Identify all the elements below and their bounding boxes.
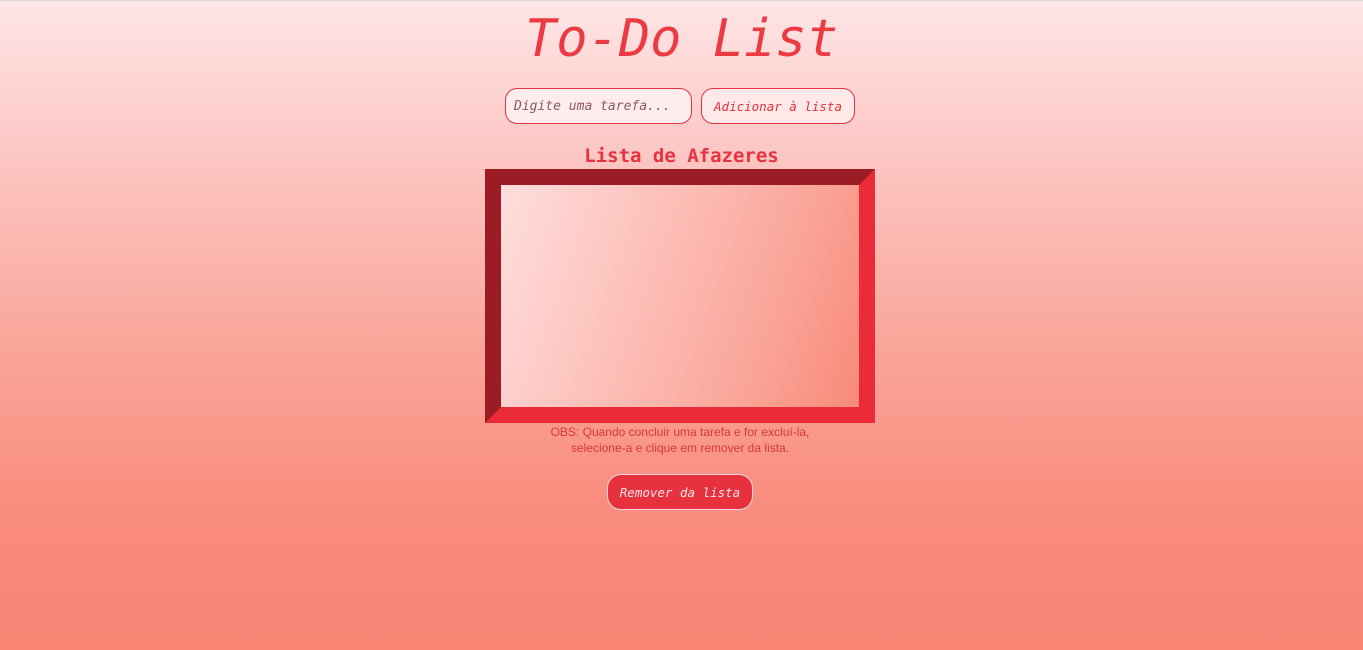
instruction-note-line-2: selecione-a e clique em remover da lista… xyxy=(570,441,790,455)
instruction-note: OBS: Quando concluir uma tarefa e for ex… xyxy=(480,424,880,456)
task-input[interactable] xyxy=(505,88,692,124)
remove-from-list-button[interactable]: Remover da lista xyxy=(607,474,753,510)
page-title: To-Do List xyxy=(524,9,839,69)
add-to-list-button[interactable]: Adicionar à lista xyxy=(701,88,855,124)
instruction-note-line-1: OBS: Quando concluir uma tarefa e for ex… xyxy=(550,425,810,439)
task-list[interactable] xyxy=(485,169,875,423)
list-heading: Lista de Afazeres xyxy=(584,145,779,167)
